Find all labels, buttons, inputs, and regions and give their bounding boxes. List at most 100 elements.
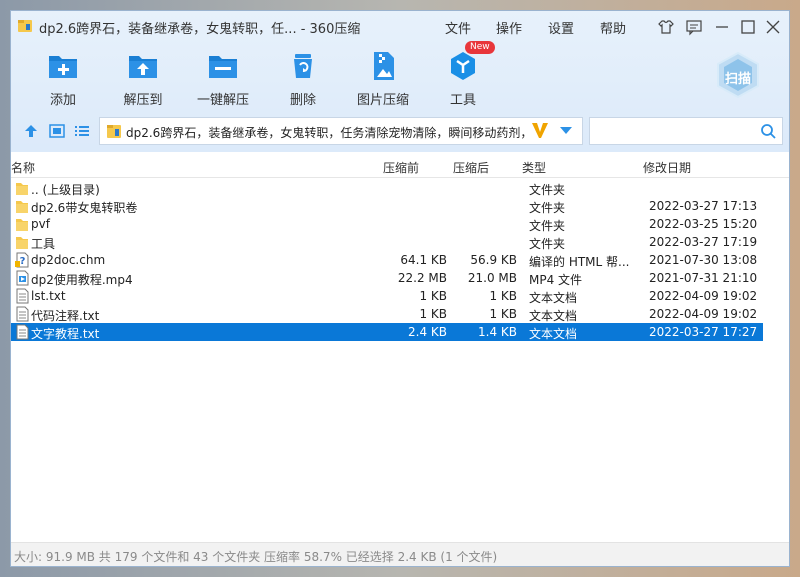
chevron-down-icon[interactable] bbox=[560, 127, 572, 135]
table-row[interactable]: 代码注释.txt 1 KB 1 KB 文本文档 2022-04-09 19:02 bbox=[11, 305, 763, 323]
up-arrow-icon[interactable] bbox=[23, 124, 39, 138]
file-name: dp2使用教程.mp4 bbox=[31, 273, 133, 287]
app-window: dp2.6跨界石，装备继承卷，女鬼转职，任... - 360压缩 文件 操作 设… bbox=[10, 10, 790, 567]
file-packed-size: 21.0 MB bbox=[467, 271, 517, 285]
file-date: 2021-07-31 21:10 bbox=[649, 271, 758, 285]
thumbnail-view-icon[interactable] bbox=[49, 124, 65, 138]
status-bar: 大小: 91.9 MB 共 179 个文件和 43 个文件夹 压缩率 58.7%… bbox=[11, 542, 789, 566]
folder-icon bbox=[16, 219, 28, 231]
tools-button[interactable]: 工具 bbox=[433, 49, 493, 109]
file-size: 64.1 KB bbox=[400, 253, 447, 267]
video-file-icon bbox=[16, 270, 29, 286]
window-title: dp2.6跨界石，装备继承卷，女鬼转职，任... - 360压缩 bbox=[39, 22, 361, 37]
table-row[interactable]: .. (上级目录) 文件夹 bbox=[11, 179, 763, 197]
svg-text:?: ? bbox=[20, 256, 26, 267]
file-name: .. (上级目录) bbox=[31, 183, 100, 197]
table-row[interactable]: dp2使用教程.mp4 22.2 MB 21.0 MB MP4 文件 2021-07-3… bbox=[11, 269, 763, 287]
file-date: 2022-04-09 19:02 bbox=[649, 289, 758, 303]
one-click-extract-icon bbox=[209, 56, 237, 78]
status-text: 大小: 91.9 MB 共 179 个文件和 43 个文件夹 压缩率 58.7%… bbox=[14, 550, 498, 564]
file-type: 文件夹 bbox=[529, 219, 566, 233]
tools-label: 工具 bbox=[449, 93, 476, 108]
archive-icon bbox=[107, 125, 121, 138]
image-compress-button[interactable]: 图片压缩 bbox=[353, 49, 413, 109]
column-packed[interactable]: 压缩后 bbox=[453, 159, 489, 176]
column-header: 名称 压缩前 压缩后 类型 修改日期 bbox=[11, 152, 789, 178]
menu-settings[interactable]: 设置 bbox=[548, 18, 574, 37]
table-row[interactable]: 工具 文件夹 2022-03-27 17:19 bbox=[11, 233, 763, 251]
app-icon bbox=[18, 20, 32, 32]
text-file-icon bbox=[16, 324, 29, 340]
file-packed-size: 56.9 KB bbox=[470, 253, 517, 267]
column-size[interactable]: 压缩前 bbox=[383, 159, 419, 176]
minimize-icon[interactable] bbox=[713, 18, 731, 36]
file-size: 1 KB bbox=[419, 289, 447, 303]
extract-to-button[interactable]: 解压到 bbox=[113, 49, 173, 109]
table-row[interactable]: ? dp2doc.chm 64.1 KB 56.9 KB 编译的 HTML 帮... 20… bbox=[11, 251, 763, 269]
file-name: 代码注释.txt bbox=[31, 309, 100, 323]
delete-button[interactable]: 删除 bbox=[273, 49, 333, 109]
top-bar: dp2.6跨界石，装备继承卷，女鬼转职，任... - 360压缩 文件 操作 设… bbox=[11, 11, 789, 152]
file-type: 编译的 HTML 帮... bbox=[529, 255, 630, 269]
file-size: 22.2 MB bbox=[397, 271, 447, 285]
text-file-icon bbox=[16, 288, 29, 304]
add-icon bbox=[49, 56, 77, 78]
column-name[interactable]: 名称 bbox=[11, 159, 35, 176]
table-row[interactable]: lst.txt 1 KB 1 KB 文本文档 2022-04-09 19:02 bbox=[11, 287, 763, 305]
address-bar[interactable]: dp2.6跨界石，装备继承卷，女鬼转职，任务清除宠物清除，瞬间移动药剂，- bbox=[99, 117, 583, 145]
file-type: 文件夹 bbox=[529, 183, 566, 197]
file-packed-size: 1.4 KB bbox=[478, 325, 517, 339]
file-type: 文件夹 bbox=[529, 201, 566, 215]
file-packed-size: 1 KB bbox=[489, 307, 517, 321]
file-date: 2022-03-27 17:13 bbox=[649, 199, 758, 213]
file-size: 2.4 KB bbox=[408, 325, 447, 339]
folder-icon bbox=[16, 201, 28, 213]
scrollbar-area[interactable] bbox=[763, 178, 789, 543]
add-button[interactable]: 添加 bbox=[33, 49, 93, 109]
new-badge: New bbox=[465, 41, 495, 54]
feedback-icon[interactable] bbox=[685, 18, 703, 36]
file-name: 文字教程.txt bbox=[31, 327, 100, 341]
file-name: pvf bbox=[31, 217, 50, 231]
maximize-icon[interactable] bbox=[739, 18, 757, 36]
file-type: 文本文档 bbox=[529, 327, 578, 341]
file-date: 2021-07-30 13:08 bbox=[649, 253, 758, 267]
address-path: dp2.6跨界石，装备继承卷，女鬼转职，任务清除宠物清除，瞬间移动药剂，- bbox=[126, 126, 526, 140]
help-file-icon: ? bbox=[15, 252, 29, 268]
table-row[interactable]: dp2.6带女鬼转职卷 文件夹 2022-03-27 17:13 bbox=[11, 197, 763, 215]
table-row[interactable]: 文字教程.txt 2.4 KB 1.4 KB 文本文档 2022-03-27 17:27 bbox=[11, 323, 763, 341]
menu-operation[interactable]: 操作 bbox=[496, 18, 522, 37]
menu-file[interactable]: 文件 bbox=[445, 18, 471, 37]
file-date: 2022-03-27 17:19 bbox=[649, 235, 758, 249]
search-input[interactable] bbox=[589, 117, 783, 145]
menu-help[interactable]: 帮助 bbox=[600, 18, 626, 37]
vip-v-icon[interactable] bbox=[530, 120, 550, 140]
file-date: 2022-04-09 19:02 bbox=[649, 307, 758, 321]
file-type: 文本文档 bbox=[529, 291, 578, 305]
column-type[interactable]: 类型 bbox=[522, 159, 546, 176]
close-icon[interactable] bbox=[764, 18, 782, 36]
file-type: 文件夹 bbox=[529, 237, 566, 251]
tools-icon bbox=[451, 52, 475, 80]
file-packed-size: 1 KB bbox=[489, 289, 517, 303]
file-name: dp2.6带女鬼转职卷 bbox=[31, 201, 138, 215]
file-date: 2022-03-27 17:27 bbox=[649, 325, 758, 339]
trash-icon bbox=[294, 54, 312, 78]
file-type: 文本文档 bbox=[529, 309, 578, 323]
column-modified[interactable]: 修改日期 bbox=[643, 159, 691, 176]
file-size: 1 KB bbox=[419, 307, 447, 321]
text-file-icon bbox=[16, 306, 29, 322]
extract-to-icon bbox=[129, 56, 157, 78]
image-compress-icon bbox=[374, 52, 394, 80]
file-name: 工具 bbox=[31, 237, 56, 251]
table-row[interactable]: pvf 文件夹 2022-03-25 15:20 bbox=[11, 215, 763, 233]
folder-icon bbox=[16, 183, 28, 195]
scan-label[interactable]: 扫描 bbox=[714, 68, 762, 87]
search-icon[interactable] bbox=[760, 123, 776, 139]
file-name: lst.txt bbox=[31, 289, 66, 303]
file-name: dp2doc.chm bbox=[31, 253, 106, 267]
one-click-extract-button[interactable]: 一键解压 bbox=[193, 49, 253, 109]
skin-icon[interactable] bbox=[657, 18, 675, 36]
file-type: MP4 文件 bbox=[529, 273, 583, 287]
list-view-icon[interactable] bbox=[74, 124, 90, 138]
